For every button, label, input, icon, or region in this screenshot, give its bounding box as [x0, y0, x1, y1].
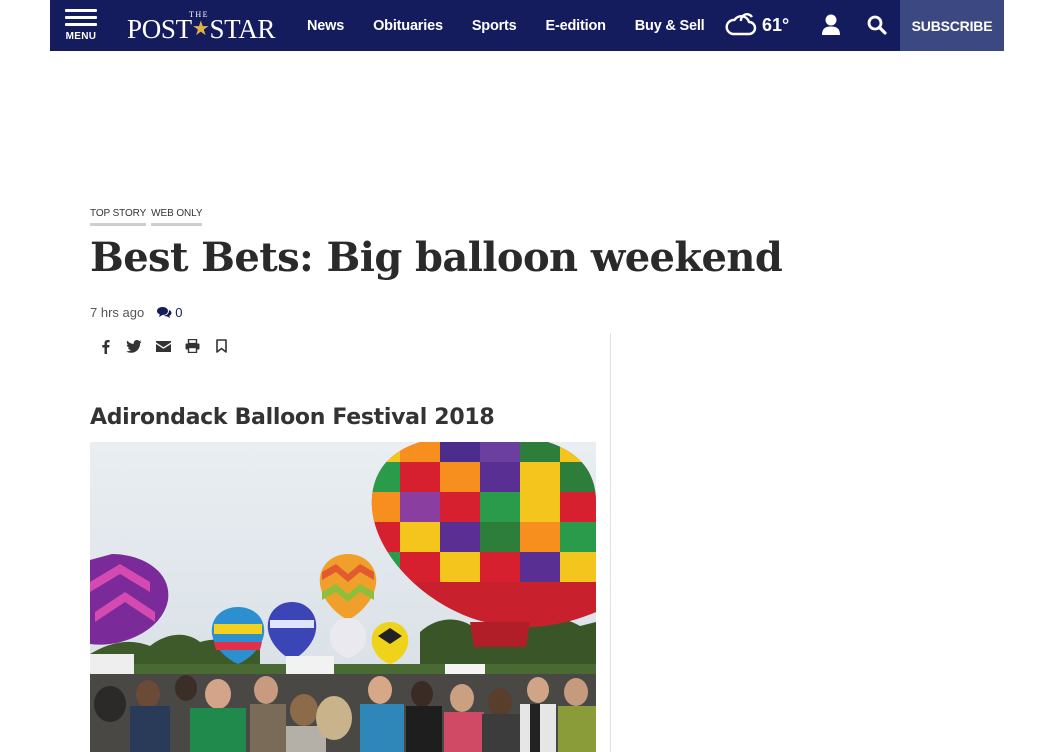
logo-post-text: POST: [127, 14, 192, 44]
weather-widget[interactable]: 61°: [725, 10, 789, 40]
gallery-title: Adirondack Balloon Festival 2018: [90, 405, 495, 430]
logo-star-icon: ★: [191, 18, 210, 40]
email-icon: [155, 340, 171, 352]
nav-link-obituaries[interactable]: Obituaries: [373, 18, 443, 34]
publish-time: 7 hrs ago: [90, 305, 145, 320]
comments-icon: [157, 307, 172, 318]
temperature-text: 61°: [762, 14, 790, 35]
nav-link-buy-sell[interactable]: Buy & Sell: [635, 18, 705, 34]
facebook-icon: [101, 339, 110, 354]
search-button[interactable]: [866, 14, 888, 36]
logo-star-text: STAR: [209, 14, 276, 44]
share-email-button[interactable]: [155, 338, 171, 354]
article-headline: Best Bets: Big balloon weekend: [90, 234, 783, 281]
nav-link-sports[interactable]: Sports: [472, 18, 517, 34]
menu-label: MENU: [65, 31, 97, 42]
menu-button[interactable]: MENU: [63, 9, 99, 45]
user-icon: [822, 14, 840, 35]
account-button[interactable]: [820, 13, 842, 37]
bookmark-button[interactable]: [213, 338, 229, 354]
top-navigation-bar: MENU THE POST★STAR News Obituaries Sport…: [50, 0, 1004, 51]
print-icon: [185, 339, 199, 353]
tag-top-story[interactable]: TOP STORY: [90, 208, 146, 226]
comments-link[interactable]: 0: [156, 305, 182, 320]
share-toolbar: [97, 338, 242, 354]
hamburger-icon: [65, 9, 97, 12]
content-column-divider: [610, 333, 611, 752]
print-button[interactable]: [184, 338, 200, 354]
nav-link-e-edition[interactable]: E-edition: [546, 18, 606, 34]
search-icon: [867, 15, 887, 35]
article-tags: TOP STORY WEB ONLY: [90, 208, 207, 226]
nav-link-news[interactable]: News: [307, 18, 344, 34]
article-meta: 7 hrs ago 0: [90, 305, 182, 320]
cloud-icon: [725, 13, 757, 36]
comment-count: 0: [175, 305, 183, 320]
hot-air-balloon-photo-image: [90, 442, 596, 752]
tag-web-only[interactable]: WEB ONLY: [151, 208, 203, 226]
share-facebook-button[interactable]: [97, 338, 113, 354]
primary-nav-links: News Obituaries Sports E-edition Buy & S…: [307, 0, 734, 51]
gallery-photo[interactable]: [90, 442, 596, 752]
twitter-icon: [126, 339, 142, 353]
bookmark-icon: [215, 339, 227, 353]
share-twitter-button[interactable]: [126, 338, 142, 354]
subscribe-button[interactable]: SUBSCRIBE: [900, 0, 1004, 51]
